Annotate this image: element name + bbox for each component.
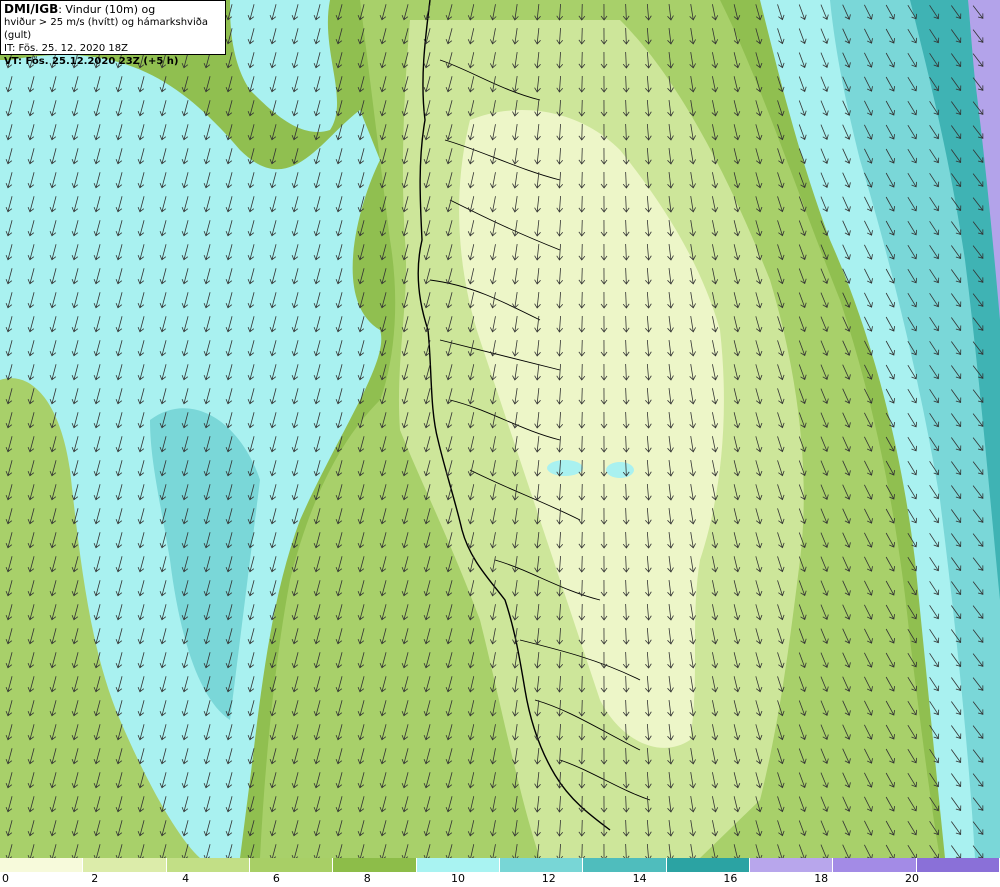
- legend-swatch: [83, 858, 167, 872]
- legend-tick-label: 12: [541, 872, 556, 885]
- legend-tick-label: 8: [363, 872, 371, 885]
- lake-1: [547, 460, 583, 476]
- lake-2: [606, 462, 634, 478]
- legend-swatch: [0, 858, 84, 872]
- title-label: : Vindur (10m) og: [58, 3, 156, 16]
- legend-tick-label: 20: [905, 872, 919, 885]
- legend-tick-label: 14: [632, 872, 647, 885]
- legend-tick-label: 2: [91, 872, 99, 885]
- color-legend: 0 2 4 6 8 10 12 14 16 18 20: [0, 858, 1000, 887]
- weather-map: DMI/IGB: Vindur (10m) og hviður > 25 m/s…: [0, 0, 1000, 887]
- legend-swatch: [916, 858, 1000, 872]
- source-label: DMI/IGB: [4, 2, 59, 16]
- legend-swatch: [166, 858, 250, 872]
- legend-tick-label: 4: [182, 872, 190, 885]
- legend-swatch: [499, 858, 584, 872]
- legend-swatch: [416, 858, 500, 872]
- legend-swatch: [249, 858, 334, 872]
- legend-swatch: [666, 858, 750, 872]
- legend-swatch: [333, 858, 417, 872]
- map-area: [0, 0, 1000, 858]
- legend-color-bar: [0, 858, 1000, 872]
- legend-swatch: [749, 858, 834, 872]
- legend-tick-label: 10: [451, 872, 465, 885]
- legend-swatch: [833, 858, 917, 872]
- legend-tick-label: 6: [272, 872, 280, 885]
- legend-tick-label: 0: [2, 872, 9, 885]
- initial-time-label: IT: Fös. 25. 12. 2020 18Z: [4, 43, 128, 54]
- wind-speed-map: [0, 0, 1000, 858]
- legend-tick-label: 18: [814, 872, 829, 885]
- legend-swatch: [583, 858, 667, 872]
- subtitle-label: hviður > 25 m/s (hvítt) og hámarkshviða …: [4, 17, 208, 41]
- info-box: DMI/IGB: Vindur (10m) og hviður > 25 m/s…: [0, 0, 226, 67]
- valid-time-label: VT: Fös. 25.12.2020 23Z (+5 h): [4, 56, 179, 67]
- legend-tick-label: 16: [723, 872, 738, 885]
